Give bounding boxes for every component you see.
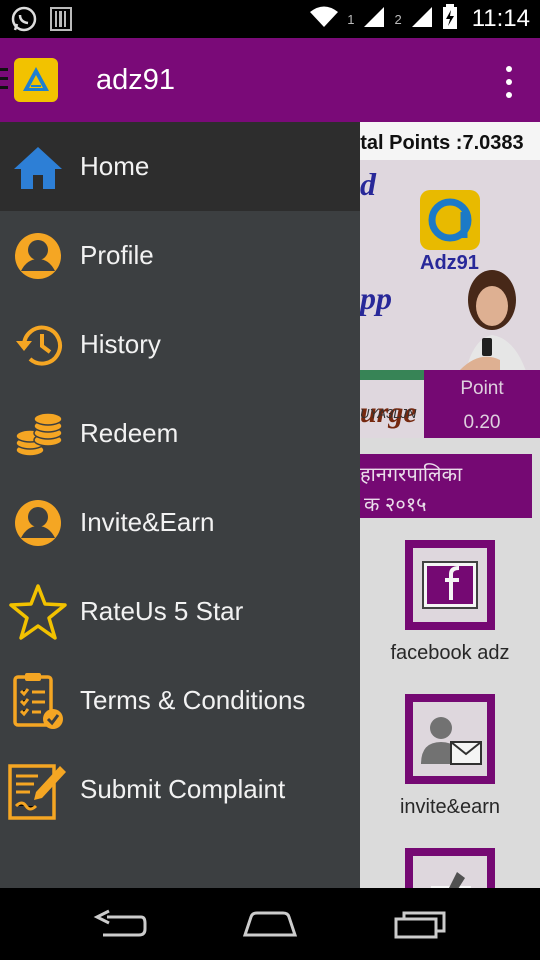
home-button-icon[interactable] — [234, 902, 306, 946]
drawer-item-history[interactable]: History — [0, 300, 360, 389]
drawer-item-invite-earn[interactable]: Invite&Earn — [0, 478, 360, 567]
drawer-toggle-icon[interactable] — [0, 68, 8, 94]
drawer-item-label: Terms & Conditions — [80, 685, 306, 715]
signal-icon — [410, 5, 434, 34]
home-icon — [8, 137, 68, 197]
battery-charging-icon — [442, 3, 458, 35]
back-icon[interactable] — [84, 902, 156, 946]
app-title: adz91 — [96, 64, 176, 96]
drawer-item-label: History — [80, 329, 161, 359]
signal-icon — [362, 5, 386, 34]
status-bar: 1 2 11:14 — [0, 0, 540, 38]
app-logo-icon[interactable] — [14, 58, 58, 102]
star-icon — [8, 582, 68, 642]
drawer-item-label: Home — [80, 151, 150, 181]
complaint-form-icon — [8, 760, 68, 820]
drawer-item-terms[interactable]: Terms & Conditions — [0, 656, 360, 745]
drawer-item-label: Profile — [80, 240, 154, 270]
wifi-icon — [309, 5, 339, 34]
app-bar: adz91 — [0, 38, 540, 122]
clipboard-check-icon — [8, 671, 68, 731]
drawer-item-redeem[interactable]: Redeem — [0, 389, 360, 478]
history-icon — [8, 315, 68, 375]
drawer-item-profile[interactable]: Profile — [0, 211, 360, 300]
drawer-item-home[interactable]: Home — [0, 122, 360, 211]
drawer-item-label: RateUs 5 Star — [80, 596, 244, 626]
drawer-item-label: Submit Complaint — [80, 774, 286, 804]
system-nav-bar — [0, 888, 540, 960]
drawer-item-label: Redeem — [80, 418, 179, 448]
navigation-drawer: Home Profile History Redeem Invite&Earn … — [0, 122, 360, 888]
barcode-icon — [50, 6, 72, 37]
drawer-item-label: Invite&Earn — [80, 507, 215, 537]
whatsapp-icon — [10, 5, 38, 38]
drawer-item-rate-us[interactable]: RateUs 5 Star — [0, 567, 360, 656]
invite-icon — [8, 493, 68, 553]
sim1-label: 1 — [347, 11, 355, 27]
sim2-label: 2 — [394, 11, 402, 27]
status-time: 11:14 — [471, 5, 530, 32]
drawer-item-submit-complaint[interactable]: Submit Complaint — [0, 745, 360, 834]
profile-icon — [8, 226, 68, 286]
overflow-menu-icon[interactable] — [504, 66, 514, 98]
recents-icon[interactable] — [384, 902, 456, 946]
coins-icon — [8, 404, 68, 464]
